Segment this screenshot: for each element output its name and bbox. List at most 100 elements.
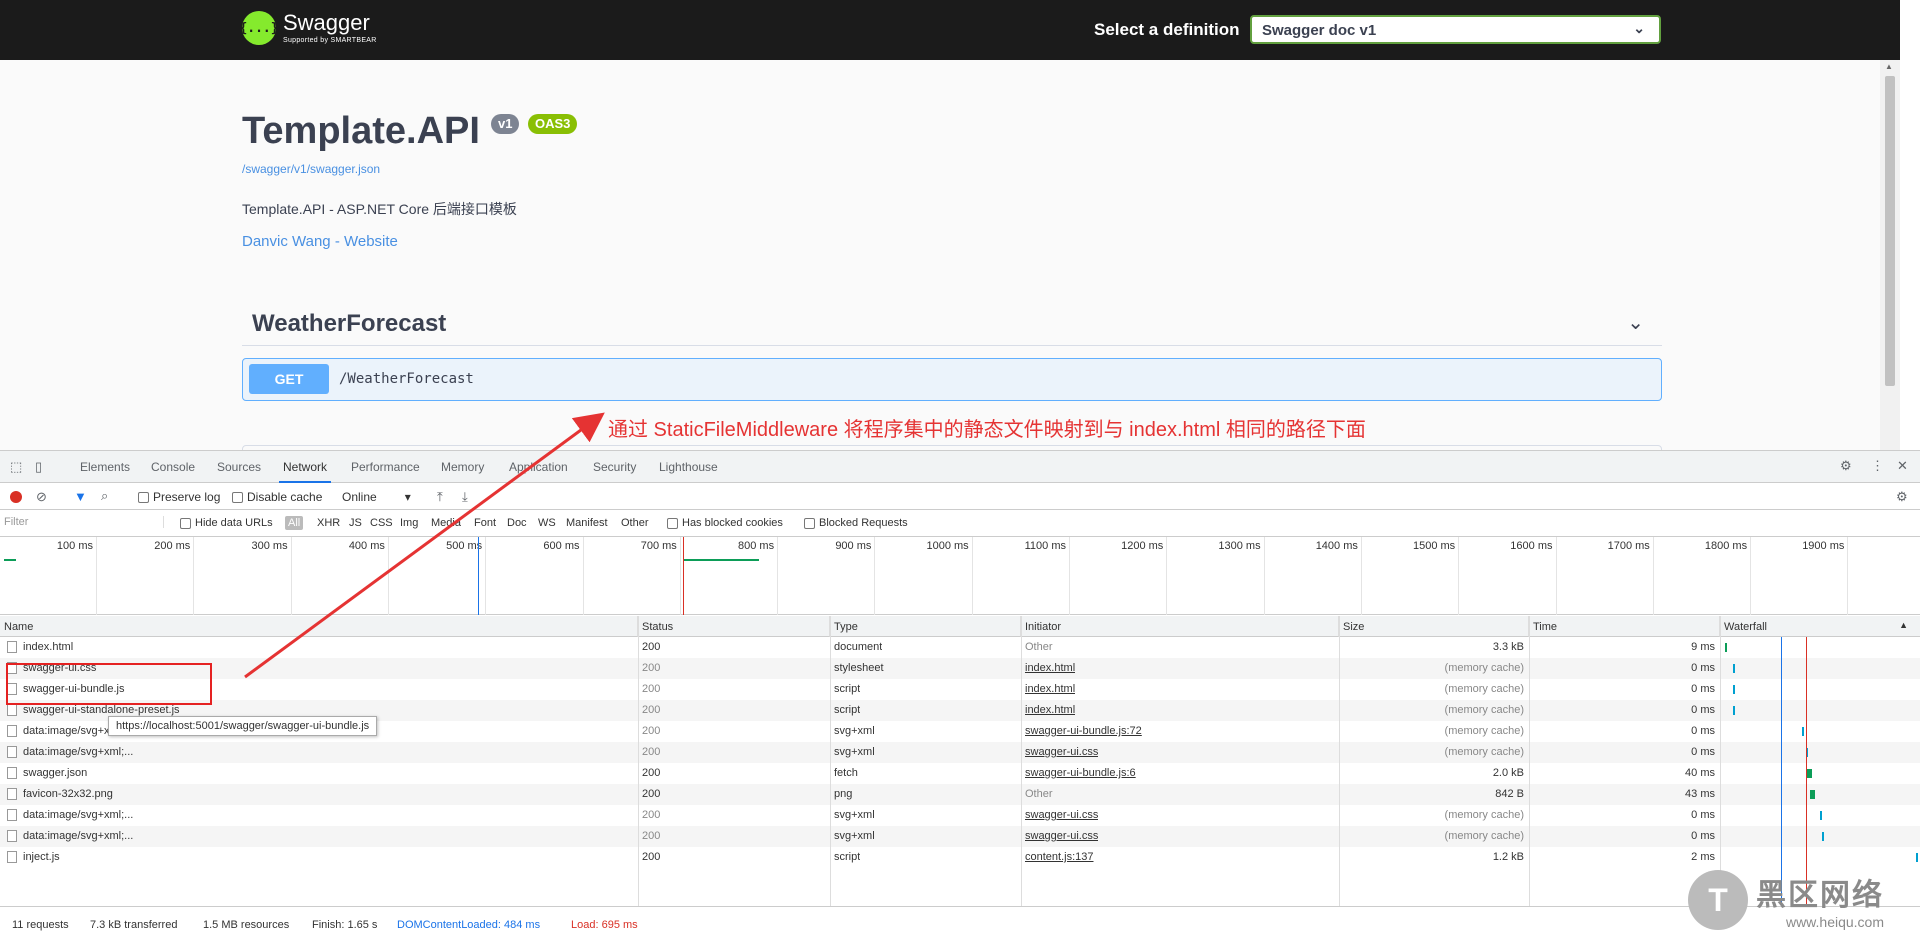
table-row[interactable]: index.html 200 document Other 3.3 kB 9 ms	[0, 637, 1920, 658]
table-row[interactable]: data:image/svg+xml;... 200 svg+xml swagger-…	[0, 805, 1920, 826]
timeline-tick-label: 900 ms	[835, 540, 872, 552]
definition-select[interactable]: Swagger doc v1 ⌄	[1250, 15, 1661, 44]
table-row[interactable]: favicon-32x32.png 200 png Other 842 B 43 ms	[0, 784, 1920, 805]
filter-type-doc[interactable]: Doc	[507, 517, 527, 529]
export-har-icon[interactable]: ⤓	[462, 489, 468, 505]
request-name: index.html	[23, 641, 74, 653]
table-row[interactable]: data:image/svg+xml;... 200 svg+xml swagger-…	[0, 826, 1920, 847]
request-initiator[interactable]: content.js:137	[1025, 851, 1094, 863]
request-initiator[interactable]: swagger-ui-bundle.js:72	[1025, 725, 1142, 737]
tab-sources[interactable]: Sources	[217, 460, 261, 474]
has-blocked-cookies-checkbox[interactable]: Has blocked cookies	[667, 517, 783, 529]
request-initiator[interactable]: swagger-ui.css	[1025, 809, 1098, 821]
filter-type-css[interactable]: CSS	[370, 517, 393, 529]
tab-console[interactable]: Console	[151, 460, 195, 474]
tab-elements[interactable]: Elements	[80, 460, 130, 474]
request-initiator[interactable]: swagger-ui-bundle.js:6	[1025, 767, 1136, 779]
blocked-requests-checkbox[interactable]: Blocked Requests	[804, 517, 908, 529]
contact-link[interactable]: Danvic Wang - Website	[242, 233, 398, 250]
blocked-requests-label: Blocked Requests	[819, 517, 908, 529]
page-scrollbar[interactable]: ▲ ▼	[1880, 60, 1900, 450]
column-header-type[interactable]: Type	[830, 616, 1021, 637]
request-initiator[interactable]: index.html	[1025, 662, 1075, 674]
overview-bar	[684, 559, 759, 561]
import-har-icon[interactable]: ⤒	[437, 489, 443, 505]
column-header-size[interactable]: Size	[1339, 616, 1529, 637]
filter-type-ws[interactable]: WS	[538, 517, 556, 529]
timeline-tick-label: 700 ms	[640, 540, 677, 552]
tab-performance[interactable]: Performance	[351, 460, 420, 474]
network-overview-timeline[interactable]: 100 ms 200 ms 300 ms 400 ms 500 ms 600 ms 700 …	[0, 537, 1920, 615]
timeline-tick-label: 1700 ms	[1607, 540, 1650, 552]
search-icon[interactable]: ⌕	[101, 488, 108, 504]
request-time: 2 ms	[1691, 851, 1715, 863]
logo-subtitle: Supported by SMARTBEAR	[283, 37, 377, 44]
column-header-time[interactable]: Time	[1529, 616, 1720, 637]
file-icon	[7, 641, 17, 653]
request-initiator[interactable]: swagger-ui.css	[1025, 746, 1098, 758]
swagger-logo-icon: {...}	[239, 11, 279, 45]
scroll-thumb[interactable]	[1885, 76, 1895, 386]
column-header-name[interactable]: Name	[0, 616, 638, 637]
clear-icon[interactable]: ⊘	[36, 489, 47, 505]
request-name: data:image/svg+xml;...	[23, 746, 134, 758]
spec-url-link[interactable]: /swagger/v1/swagger.json	[242, 162, 380, 176]
filter-type-xhr[interactable]: XHR	[317, 517, 340, 529]
scroll-up-icon[interactable]: ▲	[1885, 62, 1893, 71]
filter-type-js[interactable]: JS	[349, 517, 362, 529]
throttling-select[interactable]: Online ▾	[342, 490, 411, 504]
close-icon[interactable]: ✕	[1897, 458, 1908, 474]
request-initiator[interactable]: index.html	[1025, 704, 1075, 716]
waterfall-bar	[1733, 706, 1735, 715]
request-time: 9 ms	[1691, 641, 1715, 653]
tag-section-header[interactable]: WeatherForecast ⌄	[242, 300, 1662, 346]
request-type: script	[834, 683, 861, 695]
request-time: 0 ms	[1691, 704, 1715, 716]
filter-icon[interactable]: ▼	[74, 489, 87, 504]
timeline-tick-label: 1600 ms	[1510, 540, 1553, 552]
filter-type-img[interactable]: Img	[400, 517, 418, 529]
tab-network[interactable]: Network	[278, 460, 332, 483]
inspect-element-icon[interactable]: ⬚	[10, 459, 22, 475]
table-row[interactable]: inject.js 200 script content.js:137 1.2 kB 2 …	[0, 847, 1920, 868]
tab-memory[interactable]: Memory	[441, 460, 484, 474]
table-row[interactable]: swagger.json 200 fetch swagger-ui-bundle.js…	[0, 763, 1920, 784]
devtools-tabbar: ⬚ ▯ Elements Console Sources Network Per…	[0, 451, 1920, 483]
annotation-text: 通过 StaticFileMiddleware 将程序集中的静态文件映射到与 i…	[608, 419, 1366, 441]
operation-block[interactable]: GET /WeatherForecast	[242, 358, 1662, 401]
filter-type-other[interactable]: Other	[621, 517, 649, 529]
more-options-icon[interactable]: ⋮	[1871, 458, 1884, 474]
column-header-waterfall[interactable]: Waterfall ▲	[1720, 616, 1920, 637]
column-header-initiator[interactable]: Initiator	[1021, 616, 1339, 637]
request-name: data:image/svg+xml;...	[23, 830, 134, 842]
device-toolbar-icon[interactable]: ▯	[35, 459, 42, 475]
request-initiator[interactable]: index.html	[1025, 683, 1075, 695]
column-header-status[interactable]: Status	[638, 616, 830, 637]
tab-lighthouse[interactable]: Lighthouse	[659, 460, 718, 474]
tab-security[interactable]: Security	[593, 460, 636, 474]
preserve-log-checkbox[interactable]: Preserve log	[138, 490, 220, 504]
watermark-logo-icon: T	[1688, 870, 1748, 930]
table-row[interactable]: swagger-ui-bundle.js 200 script index.html(…	[0, 679, 1920, 700]
operation-path: /WeatherForecast	[339, 371, 474, 387]
request-initiator[interactable]: swagger-ui.css	[1025, 830, 1098, 842]
settings-icon[interactable]: ⚙	[1840, 458, 1852, 474]
table-row[interactable]: data:image/svg+xml;... 200 svg+xml swagger-…	[0, 742, 1920, 763]
timeline-tick-label: 800 ms	[738, 540, 775, 552]
disable-cache-checkbox[interactable]: Disable cache	[232, 490, 322, 504]
filter-type-manifest[interactable]: Manifest	[566, 517, 608, 529]
filter-type-all[interactable]: All	[285, 516, 304, 530]
swagger-logo[interactable]: {...} Swagger Supported by SMARTBEAR	[239, 11, 377, 45]
file-icon	[7, 767, 17, 779]
tab-application[interactable]: Application	[509, 460, 568, 474]
request-size: (memory cache)	[1444, 830, 1524, 842]
hide-data-urls-checkbox[interactable]: Hide data URLs	[180, 517, 273, 529]
filter-type-font[interactable]: Font	[474, 517, 496, 529]
record-icon[interactable]	[10, 491, 22, 503]
timeline-tick-label: 200 ms	[154, 540, 191, 552]
network-settings-icon[interactable]: ⚙	[1896, 489, 1908, 505]
filter-type-media[interactable]: Media	[431, 517, 461, 529]
filter-input[interactable]: Filter	[4, 516, 164, 528]
request-time: 43 ms	[1685, 788, 1715, 800]
table-row[interactable]: swagger-ui.css 200 stylesheet index.html (me…	[0, 658, 1920, 679]
